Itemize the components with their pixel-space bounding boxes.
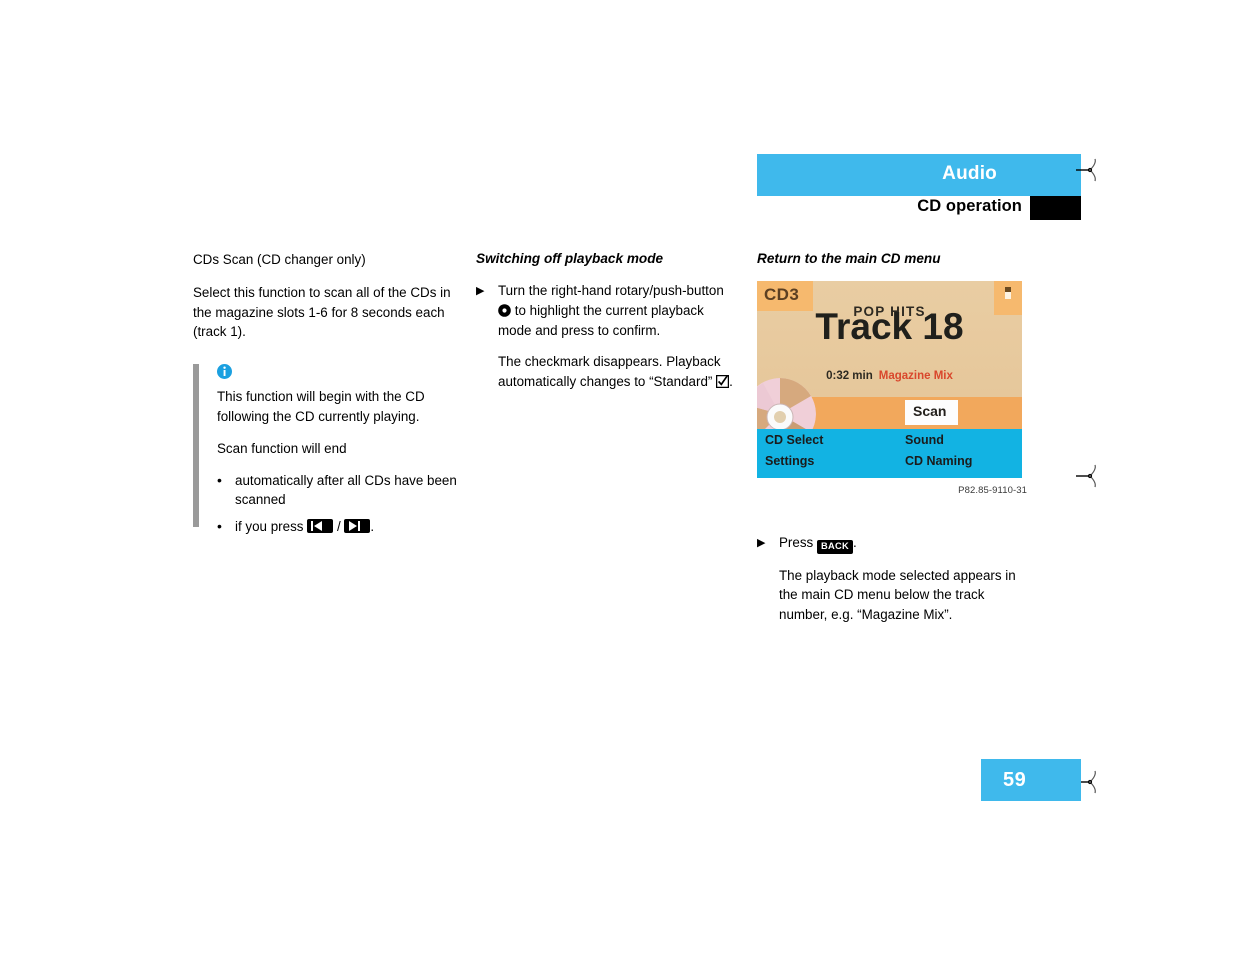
crop-mark-top (1076, 156, 1104, 184)
left-column: CDs Scan (CD changer only) Select this f… (193, 250, 457, 544)
left-intro-paragraph: Select this function to scan all of the … (193, 284, 451, 340)
step-text-after: to highlight the current playback mode a… (498, 302, 704, 338)
step-text-before: Turn the right-hand rotary/push-button (498, 283, 724, 298)
step-item: ▶ Turn the right-hand rotary/push-button… (476, 281, 740, 392)
middle-column: Switching off playback mode ▶ Turn the r… (476, 250, 740, 403)
right-column: Return to the main CD menu CD3 POP HITS … (757, 250, 1027, 622)
step-marker: ▶ (757, 537, 766, 549)
list-item: • if you press / . (217, 517, 457, 537)
step-instruction: Turn the right-hand rotary/push-button t… (498, 281, 740, 340)
bullet-marker: • (217, 518, 222, 535)
press-period: . (853, 535, 857, 550)
press-prefix-label: if you press (235, 519, 304, 535)
bullet-text: automatically after all CDs have been sc… (235, 472, 457, 508)
bullet-text: if you press / . (235, 517, 457, 537)
step-result: The playback mode selected appears in th… (779, 567, 1016, 623)
right-step-block: ▶ Press BACK. The playback mode selected… (757, 533, 1027, 636)
skip-back-key[interactable] (307, 519, 334, 534)
right-heading: Return to the main CD menu (757, 251, 941, 266)
key-separator: / (336, 519, 341, 535)
section-subtitle: CD operation (917, 197, 1022, 215)
chapter-marker-block (1030, 196, 1081, 220)
page-title: Audio (942, 163, 997, 184)
note-block: This function will begin with the CD fol… (193, 364, 457, 537)
cd-display-figure: CD3 POP HITS Track 18 0:32 min Magazine M… (757, 281, 1027, 622)
bullet-marker: • (217, 471, 222, 488)
note-side-bar (193, 364, 199, 528)
crop-mark-middle (1076, 462, 1104, 490)
cd-menu-item-cd-naming[interactable]: CD Naming (905, 452, 972, 472)
cd-display-screenshot: CD3 POP HITS Track 18 0:32 min Magazine M… (757, 281, 1022, 478)
cd-slot-indicator-icon (1004, 285, 1012, 299)
cd-playback-mode: Magazine Mix (878, 370, 953, 382)
header-band: Audio (757, 154, 1081, 196)
result-text-after: . (729, 374, 733, 390)
step-result: The checkmark disappears. Playback autom… (498, 352, 740, 392)
cd-track-title: Track 18 (815, 306, 964, 347)
cd-menu-item-cd-select[interactable]: CD Select (765, 431, 823, 451)
note-paragraph-2: Scan function will end (217, 440, 347, 456)
header-subtitle-row: CD operation (757, 196, 1081, 220)
cd-menu-item-sound[interactable]: Sound (905, 431, 944, 451)
info-icon (217, 364, 232, 380)
rotary-push-button-icon[interactable] (498, 303, 511, 317)
step-marker: ▶ (476, 285, 485, 297)
checkmark-box-icon (716, 374, 730, 389)
list-item: • automatically after all CDs have been … (217, 471, 457, 511)
left-heading: CDs Scan (CD changer only) (193, 252, 366, 267)
back-key[interactable]: BACK (816, 539, 854, 554)
cd-menu-item-settings[interactable]: Settings (765, 452, 814, 472)
note-paragraph-1: This function will begin with the CD fol… (217, 389, 425, 424)
cd-time-and-mode: 0:32 min Magazine Mix (757, 367, 1022, 387)
step-instruction: Press BACK. (779, 533, 1027, 554)
figure-caption: P82.85-9110-31 (958, 485, 1027, 496)
cd-elapsed-time: 0:32 min (826, 370, 873, 382)
skip-forward-key[interactable] (344, 519, 371, 534)
cd-scan-highlight-chip[interactable]: Scan (905, 400, 959, 425)
press-label: Press (779, 535, 814, 550)
step-item: ▶ Press BACK. The playback mode selected… (757, 533, 1027, 625)
middle-heading: Switching off playback mode (476, 251, 664, 266)
page-number-box: 59 (981, 759, 1081, 801)
page-number: 59 (1003, 769, 1027, 791)
result-text-before: The checkmark disappears. Playback autom… (498, 354, 721, 390)
press-suffix: . (370, 519, 375, 535)
